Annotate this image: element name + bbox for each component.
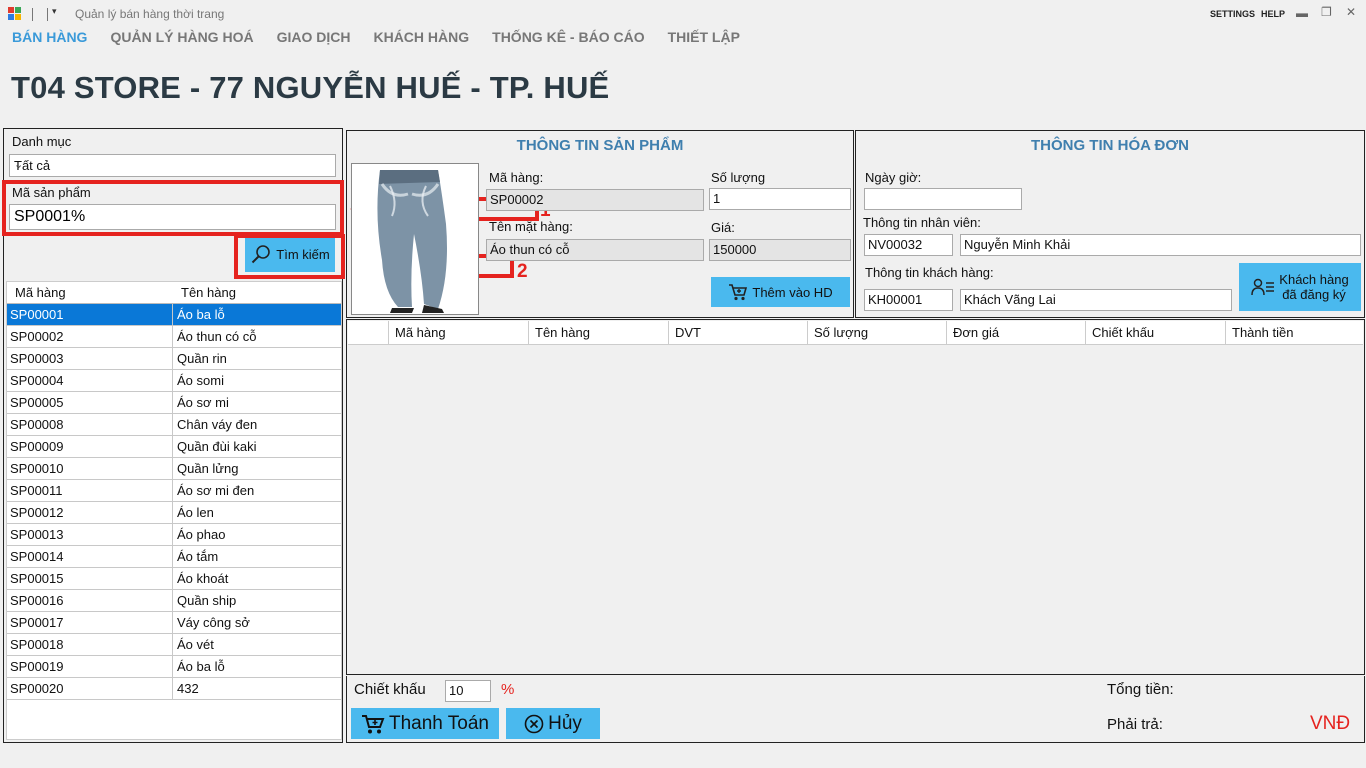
staff-id-field[interactable]: NV00032	[864, 234, 953, 256]
invoice-info-panel: THÔNG TIN HÓA ĐƠN Ngày giờ: Thông tin nh…	[855, 130, 1365, 318]
code-label: Mã hàng:	[489, 170, 544, 185]
name-label: Tên mặt hàng:	[489, 219, 573, 234]
pay-button-label: Thanh Toán	[388, 712, 489, 734]
invoice-items-header: Mã hàng Tên hàng DVT Số lượng Đơn giá Ch…	[348, 321, 1363, 345]
add-to-invoice-button[interactable]: Thêm vào HD	[711, 277, 850, 307]
quantity-label: Số lượng	[711, 170, 766, 185]
datetime-label: Ngày giờ:	[865, 170, 922, 185]
price-label: Giá:	[711, 220, 735, 235]
datetime-field[interactable]	[864, 188, 1022, 210]
cancel-button-label: Hủy	[548, 712, 582, 734]
staff-label: Thông tin nhân viên:	[863, 215, 981, 230]
items-column-discount[interactable]: Chiết khấu	[1085, 321, 1225, 345]
code-field[interactable]: SP00002	[486, 189, 704, 211]
registered-customer-button[interactable]: Khách hàng đã đăng ký	[1239, 263, 1361, 311]
product-info-panel: THÔNG TIN SẢN PHẨM Mã hàng: SP00002 Tên …	[346, 130, 854, 318]
items-column-name[interactable]: Tên hàng	[528, 321, 668, 345]
currency-label: VNĐ	[1310, 713, 1351, 734]
price-field[interactable]: 150000	[709, 239, 851, 261]
registered-customer-label-line1: Khách hàng	[1279, 272, 1349, 287]
items-column-quantity[interactable]: Số lượng	[807, 321, 946, 345]
items-column-unit[interactable]: DVT	[668, 321, 808, 345]
items-column-code[interactable]: Mã hàng	[388, 321, 528, 345]
items-column-unit-price[interactable]: Đơn giá	[946, 321, 1085, 345]
discount-field[interactable]: 10	[445, 680, 491, 702]
name-field[interactable]: Áo thun có cỗ	[486, 239, 704, 261]
percent-sign: %	[501, 681, 515, 698]
cancel-circle-icon	[524, 714, 544, 733]
payable-label: Phải trả:	[1107, 716, 1163, 733]
customer-id-field[interactable]: KH00001	[864, 289, 953, 311]
cart-icon	[361, 714, 385, 733]
pay-button[interactable]: Thanh Toán	[351, 708, 499, 739]
registered-customer-label-line2: đã đăng ký	[1282, 287, 1346, 302]
customer-label: Thông tin khách hàng:	[865, 265, 994, 280]
cancel-button[interactable]: Hủy	[506, 708, 600, 739]
cart-icon	[729, 284, 748, 301]
items-column-total[interactable]: Thành tiền	[1225, 321, 1363, 345]
product-info-title: THÔNG TIN SẢN PHẨM	[516, 137, 684, 154]
discount-label: Chiết khấu	[354, 681, 426, 698]
jeans-icon	[377, 170, 447, 313]
total-label: Tổng tiền:	[1107, 681, 1174, 698]
invoice-info-title: THÔNG TIN HÓA ĐƠN	[1030, 137, 1190, 154]
checkout-footer: Chiết khấu 10 % Tổng tiền: Phải trả: VNĐ…	[346, 676, 1365, 743]
invoice-items-table: Mã hàng Tên hàng DVT Số lượng Đơn giá Ch…	[346, 319, 1365, 675]
user-list-icon	[1251, 278, 1275, 296]
quantity-field[interactable]: 1	[709, 188, 851, 210]
staff-name-field[interactable]: Nguyễn Minh Khải	[960, 234, 1361, 256]
row-header-cell	[348, 321, 388, 345]
add-to-invoice-label: Thêm vào HD	[752, 284, 833, 300]
product-image	[351, 163, 479, 315]
customer-name-field[interactable]: Khách Vãng Lai	[960, 289, 1232, 311]
